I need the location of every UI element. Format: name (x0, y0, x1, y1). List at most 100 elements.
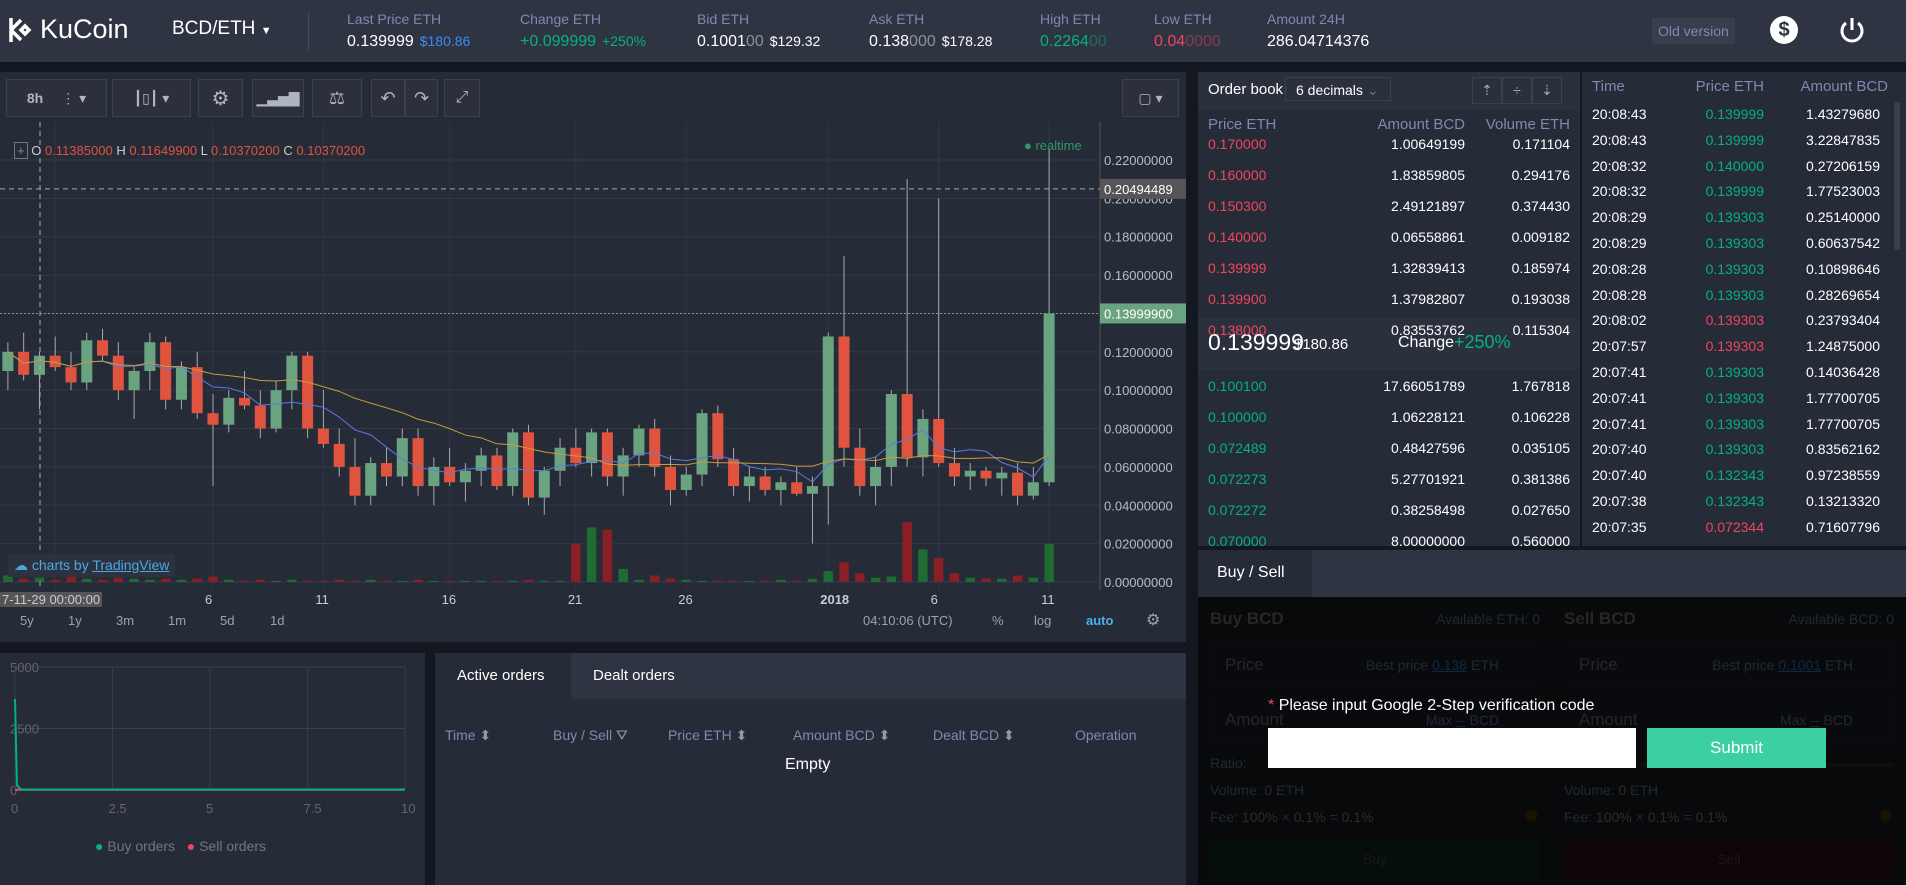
range-5d[interactable]: 5d (220, 613, 234, 628)
candle[interactable] (491, 455, 503, 487)
candle[interactable] (380, 463, 393, 477)
auto-toggle[interactable]: auto (1086, 613, 1113, 628)
expand-legend-icon[interactable]: + (14, 142, 28, 159)
candle[interactable] (838, 336, 850, 448)
tradingview-link[interactable]: TradingView (92, 557, 169, 573)
filter-icon[interactable]: ⛛ (612, 727, 628, 743)
candle[interactable] (175, 367, 187, 400)
orders-col-header[interactable]: Dealt BCD ⬍ (933, 727, 1015, 744)
candle[interactable] (854, 447, 866, 487)
candle[interactable] (97, 340, 109, 356)
candle[interactable] (286, 355, 298, 391)
bids-row[interactable]: 0.072273 5.27701921 0.381386 (1198, 465, 1580, 495)
candle[interactable] (207, 413, 219, 425)
candle[interactable] (822, 336, 834, 487)
candle[interactable] (948, 463, 960, 477)
candle[interactable] (49, 355, 61, 368)
candlestick-chart[interactable]: 0.220000000.200000000.180000000.16000000… (0, 122, 1186, 590)
candle[interactable] (444, 466, 456, 483)
bids-row[interactable]: 0.100000 1.06228121 0.106228 (1198, 403, 1580, 433)
old-version-button[interactable]: Old version (1652, 18, 1735, 44)
candle[interactable] (664, 466, 677, 490)
asks-row[interactable]: 0.138000 0.83553762 0.115304 (1198, 316, 1580, 346)
orders-col-header[interactable]: Time ⬍ (445, 727, 491, 744)
candle[interactable] (601, 432, 613, 477)
candle[interactable] (365, 463, 377, 496)
orders-col-header[interactable]: Buy / Sell ⛛ (553, 727, 628, 744)
tab-active-orders[interactable]: Active orders (435, 653, 571, 699)
candle[interactable] (680, 474, 692, 490)
candle[interactable] (33, 355, 45, 375)
candle[interactable] (1012, 472, 1024, 496)
submit-button[interactable]: Submit (1647, 728, 1826, 768)
candle[interactable] (696, 413, 708, 475)
candle[interactable] (223, 397, 235, 425)
candle[interactable] (396, 438, 408, 477)
asks-row[interactable]: 0.170000 1.00649199 0.171104 (1198, 130, 1580, 160)
sort-icon[interactable]: ⬍ (999, 727, 1015, 743)
fullscreen-button[interactable]: ⤢ (444, 79, 480, 117)
compare-button[interactable]: ⚖ (312, 79, 362, 117)
asks-row[interactable]: 0.140000 0.06558861 0.009182 (1198, 223, 1580, 253)
show-both-button[interactable]: ÷ (1502, 77, 1532, 104)
dollar-icon[interactable]: $ (1770, 16, 1798, 44)
range-5y[interactable]: 5y (20, 613, 34, 628)
candle[interactable] (333, 443, 345, 467)
candle[interactable] (1027, 482, 1039, 496)
bids-row[interactable]: 0.072272 0.38258498 0.027650 (1198, 496, 1580, 526)
legend-sell[interactable]: ● Sell orders (187, 838, 266, 854)
indicators-button[interactable]: ▁▃▅▇ (252, 79, 304, 117)
bids-row[interactable]: 0.072489 0.48427596 0.035105 (1198, 434, 1580, 464)
range-1y[interactable]: 1y (68, 613, 82, 628)
candle[interactable] (254, 405, 266, 429)
range-1d[interactable]: 1d (270, 613, 284, 628)
log-toggle[interactable]: log (1034, 613, 1051, 628)
chart-type-button[interactable]: ┃▯┃ ▾ (112, 79, 191, 117)
candle[interactable] (349, 466, 361, 496)
orders-col-header[interactable]: Operation (1075, 727, 1136, 743)
candle[interactable] (317, 428, 329, 444)
candle[interactable] (538, 470, 550, 498)
range-3m[interactable]: 3m (116, 613, 134, 628)
candle[interactable] (239, 397, 251, 406)
legend-buy[interactable]: ● Buy orders (95, 838, 175, 854)
candle[interactable] (806, 486, 818, 494)
candle[interactable] (160, 342, 172, 400)
candle[interactable] (412, 438, 424, 487)
2fa-code-input[interactable] (1268, 728, 1636, 768)
candle[interactable] (917, 418, 929, 458)
sort-icon[interactable]: ⬍ (875, 727, 891, 743)
show-bids-button[interactable]: ⇣ (1532, 77, 1562, 104)
range-1m[interactable]: 1m (168, 613, 186, 628)
candle[interactable] (759, 476, 771, 490)
candle[interactable] (712, 413, 724, 460)
candle[interactable] (775, 482, 787, 490)
asks-row[interactable]: 0.139900 1.37982807 0.193038 (1198, 285, 1580, 315)
candle[interactable] (980, 470, 992, 479)
candle[interactable] (996, 472, 1008, 479)
interval-selector[interactable]: 8h ⋮ ▾ (6, 79, 107, 117)
asks-row[interactable]: 0.139999 1.32839413 0.185974 (1198, 254, 1580, 284)
asks-row[interactable]: 0.150300 2.49121897 0.374430 (1198, 192, 1580, 222)
candle[interactable] (507, 432, 519, 487)
candle[interactable] (617, 455, 629, 477)
tradingview-watermark[interactable]: ☁ charts by TradingView (8, 554, 176, 577)
candle[interactable] (743, 476, 755, 487)
candle[interactable] (901, 394, 913, 458)
candle[interactable] (65, 367, 77, 383)
candle[interactable] (128, 371, 140, 391)
power-icon[interactable] (1837, 15, 1867, 45)
kucoin-logo[interactable]: KuCoin (8, 14, 129, 45)
candle[interactable] (144, 342, 156, 371)
decimals-select[interactable]: 6 decimals ⌄ (1285, 77, 1391, 101)
candle[interactable] (459, 470, 471, 483)
sort-icon[interactable]: ⬍ (476, 727, 491, 743)
layout-button[interactable]: ▢ ▾ (1122, 79, 1179, 117)
candle[interactable] (791, 482, 803, 494)
candle[interactable] (270, 390, 282, 429)
candle[interactable] (112, 355, 124, 391)
candle[interactable] (302, 355, 314, 429)
candle[interactable] (649, 428, 661, 467)
candle[interactable] (522, 432, 535, 498)
candle[interactable] (964, 470, 976, 477)
